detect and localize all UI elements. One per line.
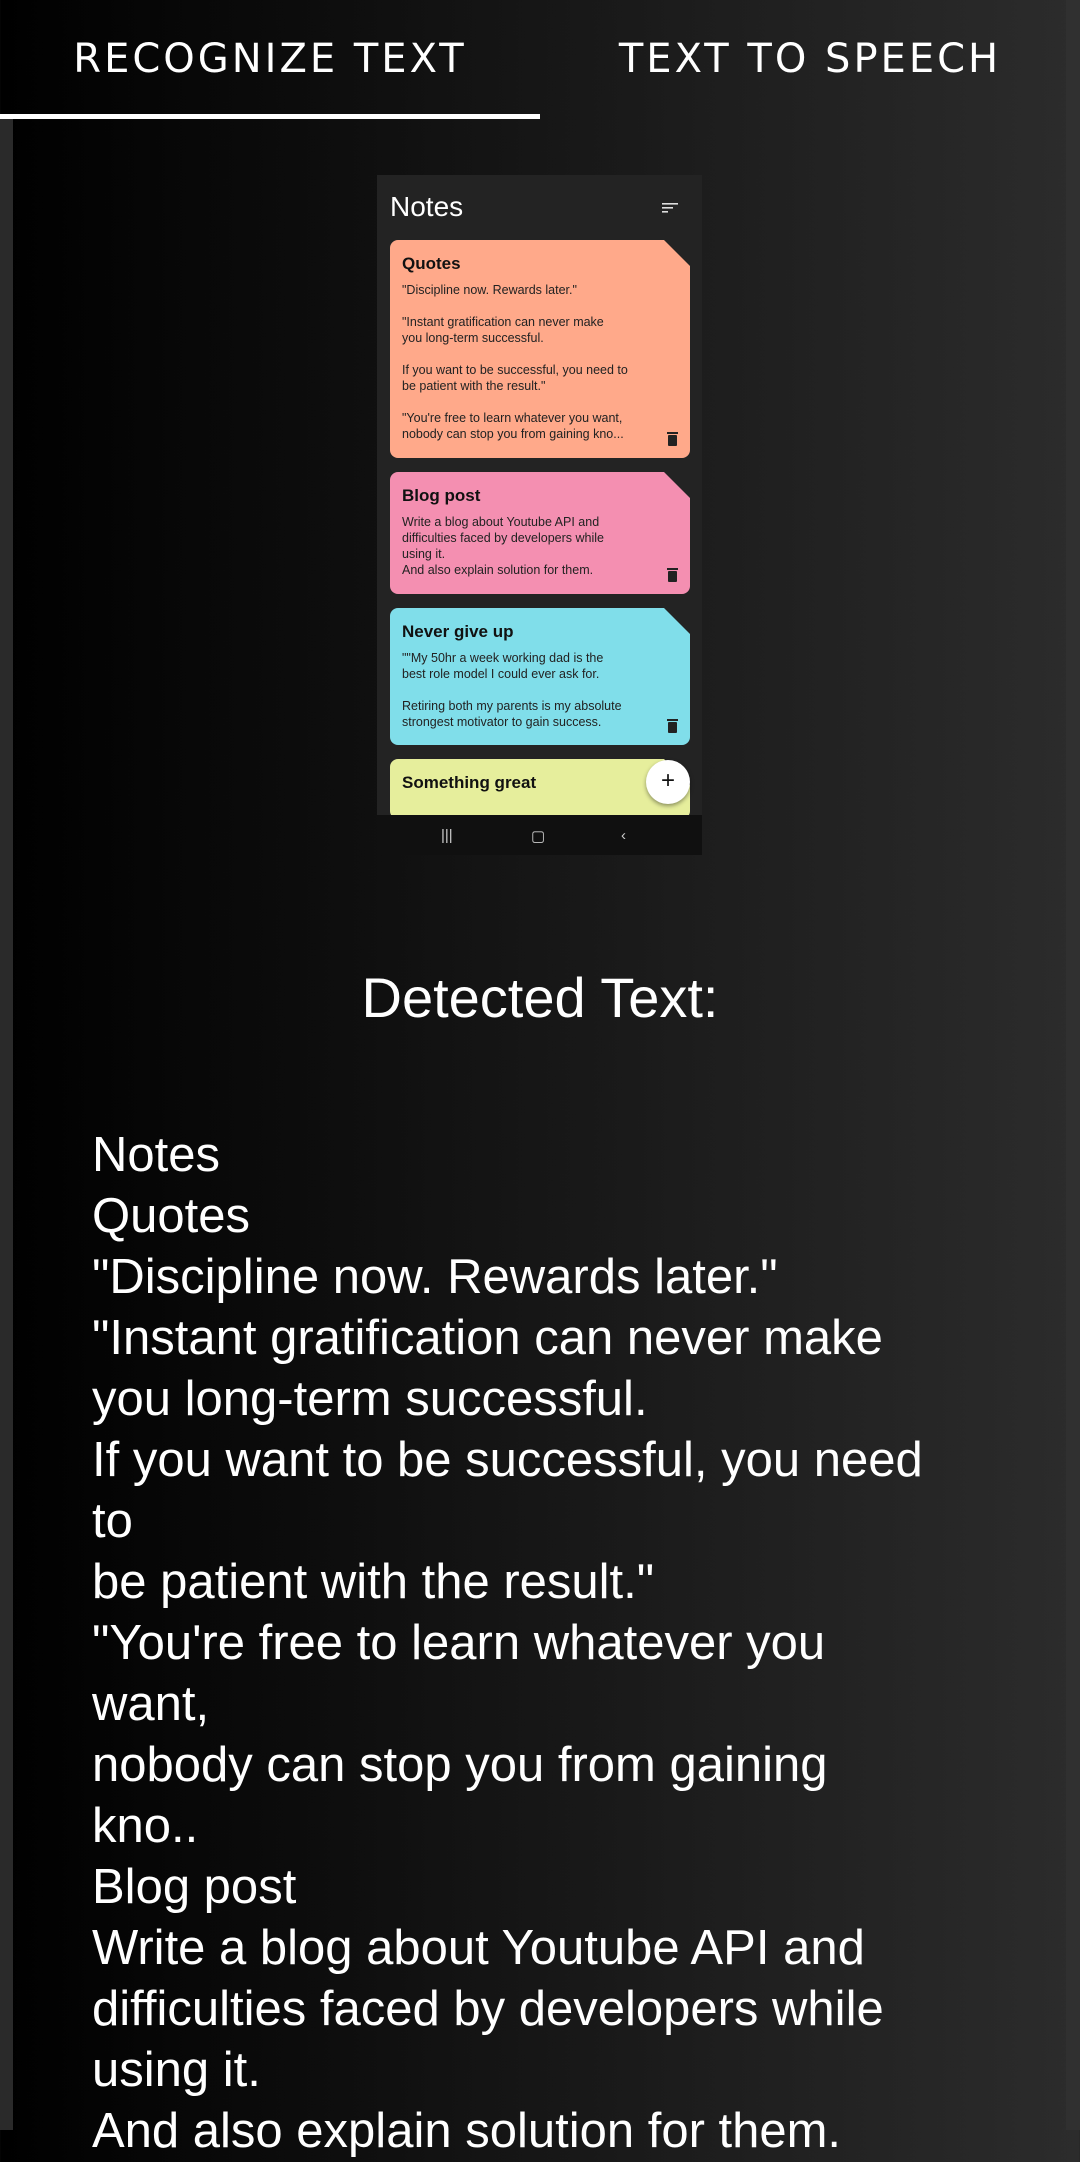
- note-body: Write a blog about Youtube API and diffi…: [402, 515, 604, 577]
- android-nav-bar: ||| ▢ ‹: [377, 815, 702, 855]
- tab-text-to-speech[interactable]: TEXT TO SPEECH: [540, 0, 1080, 118]
- scroll-edge: [1066, 0, 1080, 2130]
- add-note-fab: +: [646, 760, 690, 804]
- note-card-blog-post: Blog post Write a blog about Youtube API…: [390, 472, 690, 594]
- trash-icon: [667, 568, 678, 582]
- trash-icon: [667, 432, 678, 446]
- note-body: "Discipline now. Rewards later." "Instan…: [402, 283, 628, 441]
- recents-icon: |||: [441, 827, 453, 844]
- recognized-image: Notes Quotes "Discipline now. Rewards la…: [377, 175, 702, 855]
- trash-icon: [667, 719, 678, 733]
- detected-text-body: Notes Quotes "Discipline now. Rewards la…: [92, 1128, 923, 2158]
- back-icon: ‹: [621, 827, 626, 844]
- note-title: Blog post: [402, 486, 481, 505]
- note-card-something-great: Something great: [390, 759, 690, 819]
- note-card-never-give-up: Never give up ""My 50hr a week working d…: [390, 608, 690, 745]
- tab-indicator: [0, 114, 540, 119]
- tab-recognize-text[interactable]: RECOGNIZE TEXT: [0, 0, 540, 118]
- tab-bar: RECOGNIZE TEXT TEXT TO SPEECH: [0, 0, 1080, 120]
- note-card-quotes: Quotes "Discipline now. Rewards later." …: [390, 240, 690, 458]
- left-edge: [0, 118, 13, 2130]
- note-title: Quotes: [402, 254, 461, 273]
- note-title: Something great: [402, 773, 537, 792]
- detected-text-heading: Detected Text:: [361, 966, 719, 1029]
- home-icon: ▢: [531, 828, 546, 845]
- note-title: Never give up: [402, 622, 514, 641]
- sort-icon: [662, 203, 678, 213]
- note-body: ""My 50hr a week working dad is the best…: [402, 651, 622, 729]
- notes-header: Notes: [390, 191, 464, 222]
